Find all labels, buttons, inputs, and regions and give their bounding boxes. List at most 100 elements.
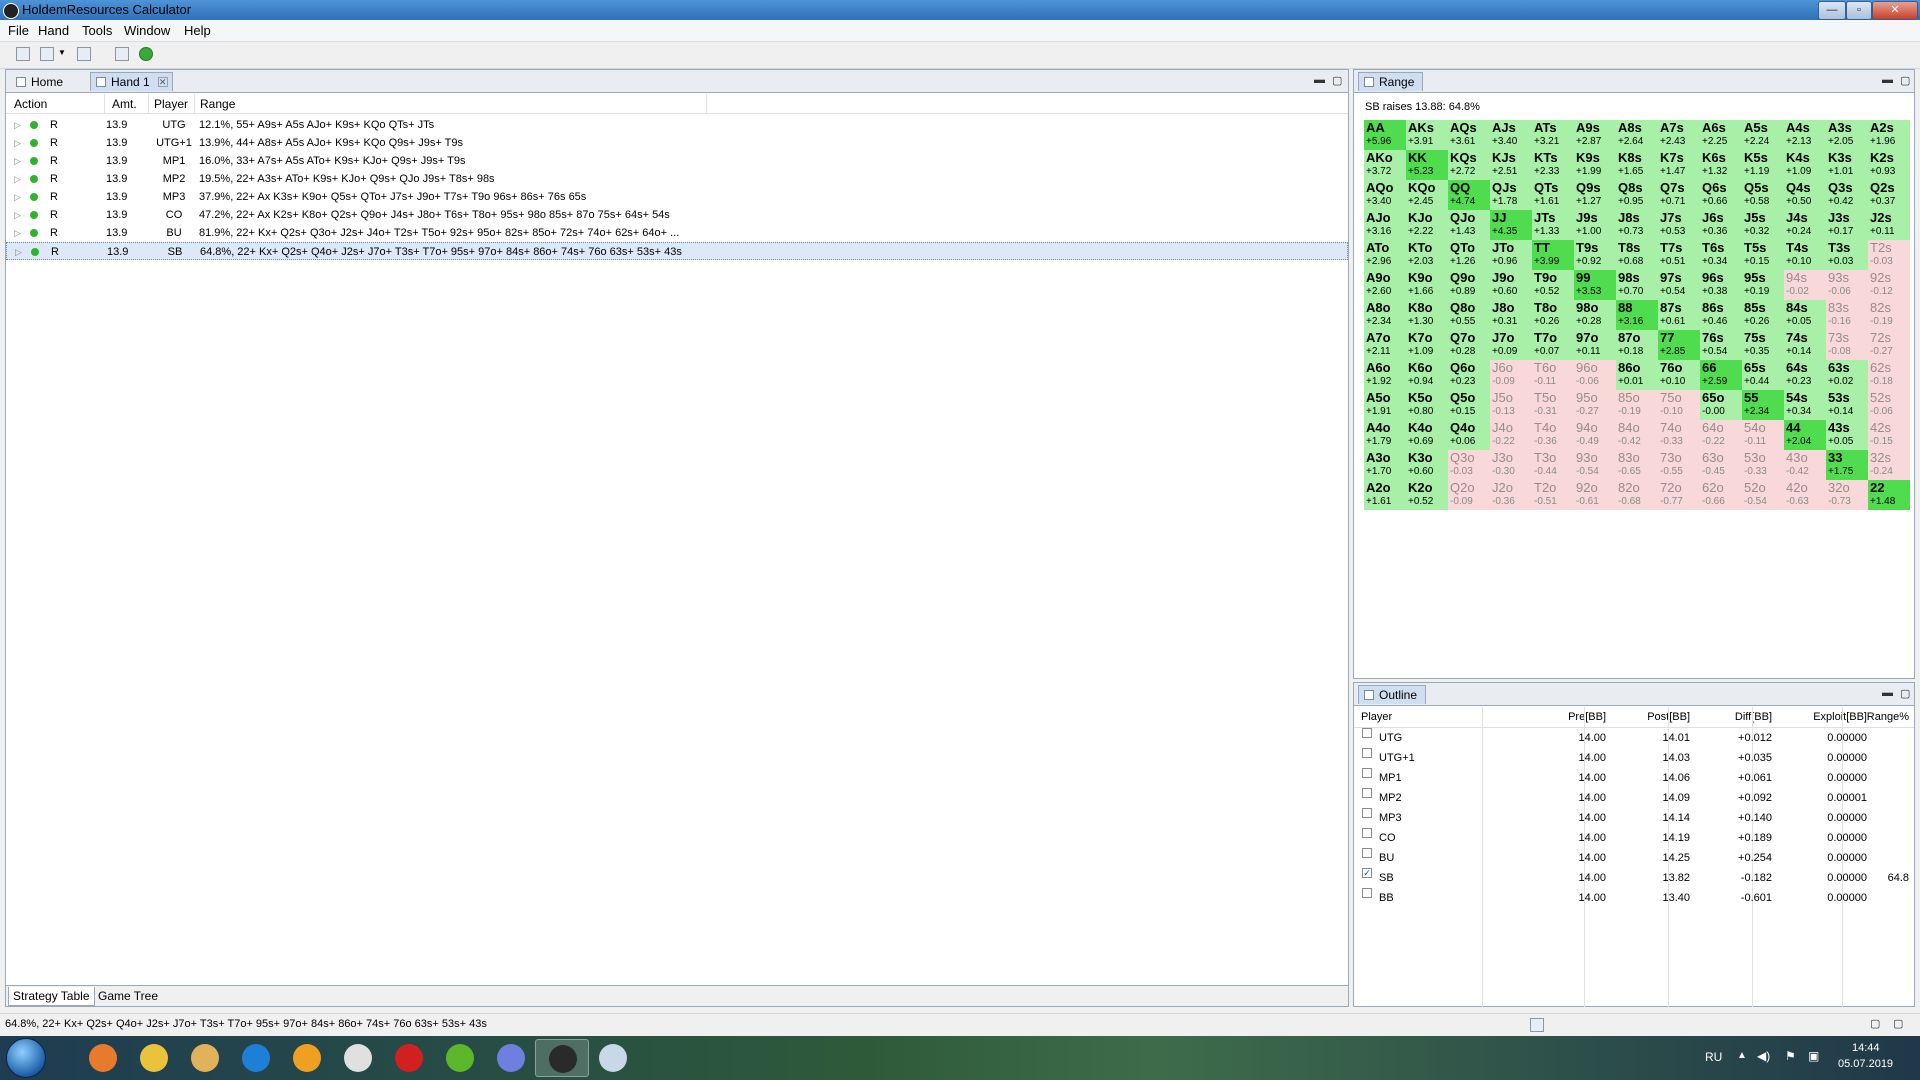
action-row-mp3[interactable]: ▷ R 13.9 MP3 37.9%, 22+ Ax K3s+ K9o+ Q5s+ QT… <box>6 188 1348 206</box>
range-cell-62o[interactable]: 62o -0.66 <box>1700 480 1742 510</box>
maximize-panel-icon[interactable]: ▢ <box>1332 74 1342 87</box>
range-cell-94s[interactable]: 94s -0.02 <box>1784 270 1826 300</box>
player-checkbox[interactable]: ✓ <box>1362 868 1372 878</box>
minimize-window-button[interactable]: — <box>1818 1 1846 20</box>
taskbar-settings-app-button[interactable] <box>280 1039 334 1077</box>
range-cell-kts[interactable]: KTs +2.33 <box>1532 150 1574 180</box>
range-cell-j6s[interactable]: J6s +0.36 <box>1700 210 1742 240</box>
range-cell-a9o[interactable]: A9o +2.60 <box>1364 270 1406 300</box>
range-cell-q9s[interactable]: Q9s +1.27 <box>1574 180 1616 210</box>
col-player[interactable]: Player <box>154 97 188 111</box>
range-cell-95s[interactable]: 95s +0.19 <box>1742 270 1784 300</box>
tab-home[interactable]: Home <box>10 72 72 91</box>
range-cell-32o[interactable]: 32o -0.73 <box>1826 480 1868 510</box>
action-row-utg-plus-1[interactable]: ▷ R 13.9 UTG+1 13.9%, 44+ A8s+ A5s AJo+ K9s+… <box>6 134 1348 152</box>
range-cell-j9o[interactable]: J9o +0.60 <box>1490 270 1532 300</box>
range-cell-j3s[interactable]: J3s +0.17 <box>1826 210 1868 240</box>
taskbar-utorrent-button[interactable] <box>433 1039 487 1077</box>
range-cell-t4s[interactable]: T4s +0.10 <box>1784 240 1826 270</box>
range-cell-72s[interactable]: 72s -0.27 <box>1868 330 1910 360</box>
range-cell-98s[interactable]: 98s +0.70 <box>1616 270 1658 300</box>
range-cell-97s[interactable]: 97s +0.54 <box>1658 270 1700 300</box>
range-cell-93s[interactable]: 93s -0.06 <box>1826 270 1868 300</box>
taskbar-paint-button[interactable] <box>586 1039 640 1077</box>
range-cell-k9o[interactable]: K9o +1.66 <box>1406 270 1448 300</box>
open-icon[interactable] <box>77 47 91 61</box>
expand-row-icon[interactable]: ▷ <box>14 170 21 188</box>
range-cell-kk[interactable]: KK +5.23 <box>1406 150 1448 180</box>
range-cell-t9o[interactable]: T9o +0.52 <box>1532 270 1574 300</box>
range-cell-t6s[interactable]: T6s +0.34 <box>1700 240 1742 270</box>
taskbar-notepad-button[interactable] <box>331 1039 385 1077</box>
range-cell-j9s[interactable]: J9s +1.00 <box>1574 210 1616 240</box>
minimize-panel-icon[interactable]: ▬ <box>1314 74 1325 86</box>
range-cell-tt[interactable]: TT +3.99 <box>1532 240 1574 270</box>
range-cell-63o[interactable]: 63o -0.45 <box>1700 450 1742 480</box>
range-cell-kjo[interactable]: KJo +2.22 <box>1406 210 1448 240</box>
close-tab-icon[interactable]: ✕ <box>157 77 168 87</box>
taskbar-media-player-button[interactable] <box>76 1039 130 1077</box>
range-cell-k6s[interactable]: K6s +1.32 <box>1700 150 1742 180</box>
range-cell-q3s[interactable]: Q3s +0.42 <box>1826 180 1868 210</box>
range-cell-j4o[interactable]: J4o -0.22 <box>1490 420 1532 450</box>
expand-row-icon[interactable]: ▷ <box>14 224 21 242</box>
range-cell-jto[interactable]: JTo +0.96 <box>1490 240 1532 270</box>
player-checkbox[interactable] <box>1362 888 1372 898</box>
range-cell-a6s[interactable]: A6s +2.25 <box>1700 120 1742 150</box>
range-cell-88[interactable]: 88 +3.16 <box>1616 300 1658 330</box>
tab-strategy-table[interactable]: Strategy Table <box>8 987 95 1006</box>
maximize-window-button[interactable]: ▫ <box>1846 1 1872 20</box>
flag-icon[interactable]: ⚑ <box>1785 1049 1796 1063</box>
range-cell-jj[interactable]: JJ +4.35 <box>1490 210 1532 240</box>
range-cell-95o[interactable]: 95o -0.27 <box>1574 390 1616 420</box>
range-cell-j5o[interactable]: J5o -0.13 <box>1490 390 1532 420</box>
range-cell-64s[interactable]: 64s +0.23 <box>1784 360 1826 390</box>
range-cell-43o[interactable]: 43o -0.42 <box>1784 450 1826 480</box>
range-cell-a2s[interactable]: A2s +1.96 <box>1868 120 1910 150</box>
col-diff[interactable]: Diff[BB] <box>1672 707 1772 727</box>
range-cell-j5s[interactable]: J5s +0.32 <box>1742 210 1784 240</box>
status-action-icon[interactable] <box>1530 1018 1544 1032</box>
range-cell-53s[interactable]: 53s +0.14 <box>1826 390 1868 420</box>
maximize-panel-icon[interactable]: ▢ <box>1900 687 1910 700</box>
range-cell-k2s[interactable]: K2s +0.93 <box>1868 150 1910 180</box>
action-row-mp1[interactable]: ▷ R 13.9 MP1 16.0%, 33+ A7s+ A5s ATo+ K9s+ K… <box>6 152 1348 170</box>
range-cell-33[interactable]: 33 +1.75 <box>1826 450 1868 480</box>
range-cell-t5s[interactable]: T5s +0.15 <box>1742 240 1784 270</box>
range-cell-qjo[interactable]: QJo +1.43 <box>1448 210 1490 240</box>
new-hand-icon[interactable] <box>40 47 54 61</box>
player-checkbox[interactable] <box>1362 768 1372 778</box>
range-cell-k3o[interactable]: K3o +0.60 <box>1406 450 1448 480</box>
range-cell-j7s[interactable]: J7s +0.53 <box>1658 210 1700 240</box>
range-cell-q2o[interactable]: Q2o -0.09 <box>1448 480 1490 510</box>
expand-row-icon[interactable]: ▷ <box>15 243 22 261</box>
range-cell-94o[interactable]: 94o -0.49 <box>1574 420 1616 450</box>
taskbar-internet-explorer-button[interactable] <box>229 1039 283 1077</box>
action-row-mp2[interactable]: ▷ R 13.9 MP2 19.5%, 22+ A3s+ ATo+ K9s+ KJo+ … <box>6 170 1348 188</box>
player-checkbox[interactable] <box>1362 808 1372 818</box>
range-cell-85s[interactable]: 85s +0.26 <box>1742 300 1784 330</box>
range-cell-ajs[interactable]: AJs +3.40 <box>1490 120 1532 150</box>
range-cell-84s[interactable]: 84s +0.05 <box>1784 300 1826 330</box>
range-cell-t2o[interactable]: T2o -0.51 <box>1532 480 1574 510</box>
range-cell-a4s[interactable]: A4s +2.13 <box>1784 120 1826 150</box>
range-cell-63s[interactable]: 63s +0.02 <box>1826 360 1868 390</box>
range-cell-aks[interactable]: AKs +3.91 <box>1406 120 1448 150</box>
export-icon[interactable] <box>115 47 129 61</box>
start-button-icon[interactable] <box>6 1038 46 1078</box>
expand-row-icon[interactable]: ▷ <box>14 206 21 224</box>
range-cell-96s[interactable]: 96s +0.38 <box>1700 270 1742 300</box>
range-cell-a9s[interactable]: A9s +2.87 <box>1574 120 1616 150</box>
tab-range[interactable]: Range <box>1358 72 1424 91</box>
range-cell-t8o[interactable]: T8o +0.26 <box>1532 300 1574 330</box>
range-cell-j8o[interactable]: J8o +0.31 <box>1490 300 1532 330</box>
expand-row-icon[interactable]: ▷ <box>14 134 21 152</box>
range-cell-93o[interactable]: 93o -0.54 <box>1574 450 1616 480</box>
range-cell-86s[interactable]: 86s +0.46 <box>1700 300 1742 330</box>
range-cell-aqs[interactable]: AQs +3.61 <box>1448 120 1490 150</box>
expand-row-icon[interactable]: ▷ <box>14 188 21 206</box>
range-cell-97o[interactable]: 97o +0.11 <box>1574 330 1616 360</box>
range-cell-q8o[interactable]: Q8o +0.55 <box>1448 300 1490 330</box>
range-cell-64o[interactable]: 64o -0.22 <box>1700 420 1742 450</box>
range-cell-k4s[interactable]: K4s +1.09 <box>1784 150 1826 180</box>
